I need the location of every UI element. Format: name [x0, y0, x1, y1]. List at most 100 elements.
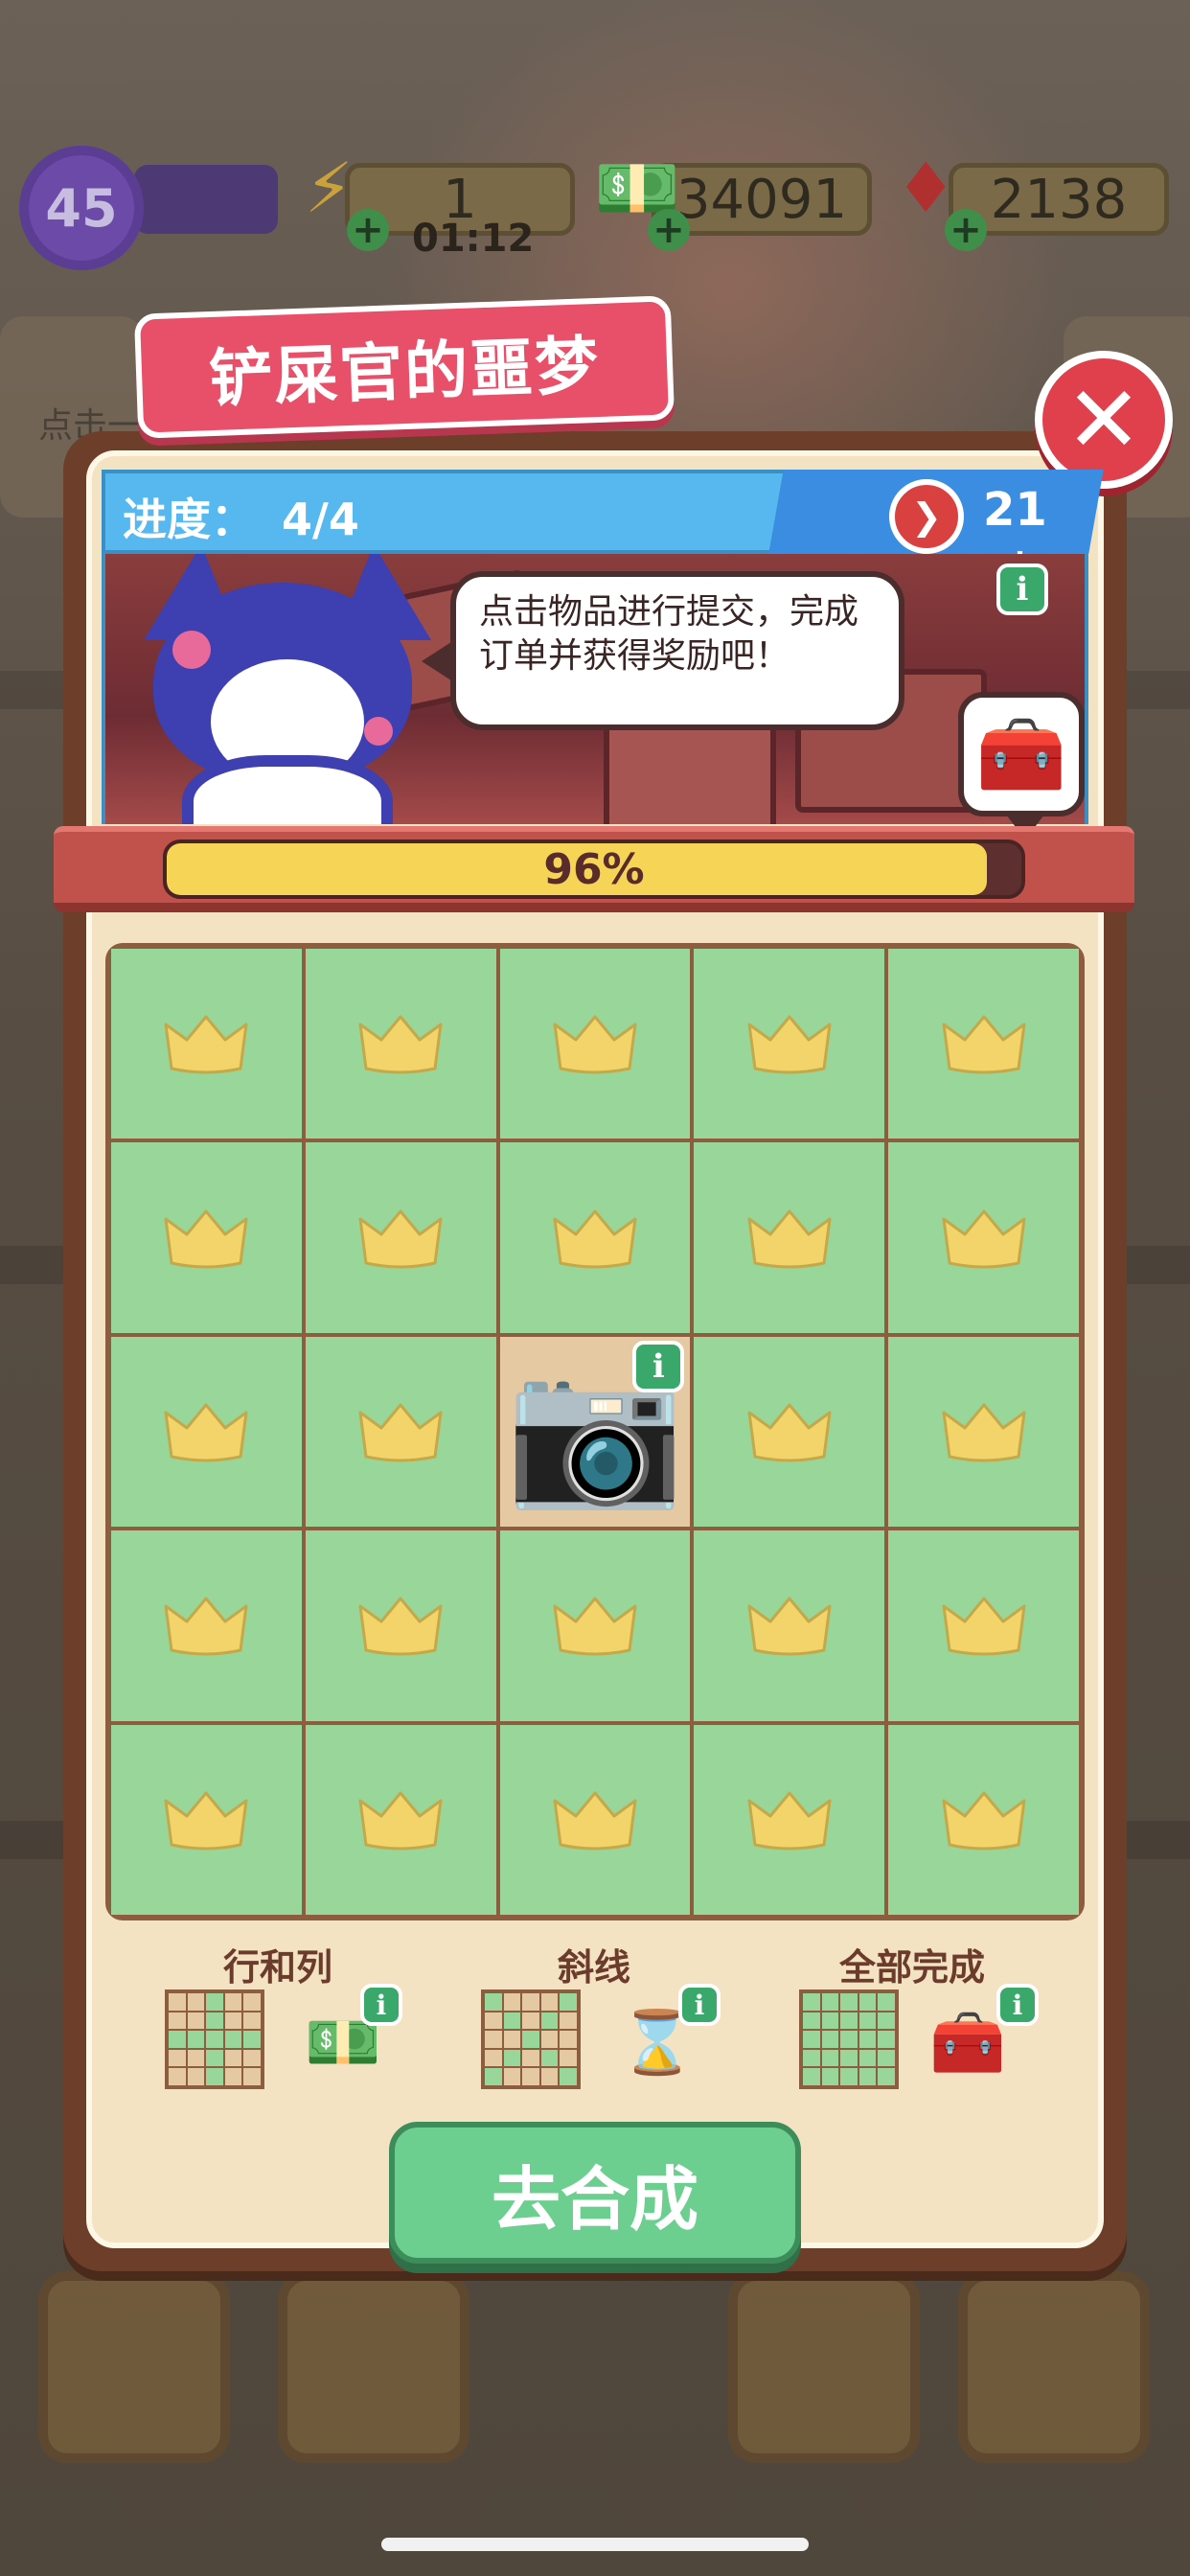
pattern-cell — [206, 1993, 223, 2011]
background-crate — [604, 717, 776, 824]
background-collection-button — [958, 2271, 1150, 2463]
board-cell[interactable] — [888, 1724, 1079, 1915]
pattern-cell — [503, 2068, 521, 2085]
crown-icon — [355, 1593, 446, 1658]
pattern-cell — [169, 2031, 186, 2048]
board-cell[interactable] — [888, 1336, 1079, 1528]
board-cell[interactable] — [694, 1724, 885, 1915]
pattern-cell — [243, 1993, 261, 2011]
board-cell[interactable] — [305, 1724, 496, 1915]
crown-icon — [355, 1011, 446, 1076]
pattern-cell — [878, 2012, 895, 2030]
cat-spot — [364, 717, 393, 746]
crown-icon — [744, 1593, 835, 1658]
board-cell[interactable] — [111, 949, 302, 1139]
pattern-cell — [206, 2012, 223, 2030]
all-complete-info-button[interactable]: i — [996, 1984, 1039, 2026]
pattern-cell — [243, 2068, 261, 2085]
pattern-cell — [224, 2031, 242, 2048]
pattern-cell — [187, 2031, 205, 2048]
board-cell[interactable] — [694, 949, 885, 1139]
pattern-cell — [485, 1993, 502, 2011]
board-cell[interactable] — [305, 1336, 496, 1528]
completion-percent: 96% — [543, 844, 645, 894]
diagonal-info-button[interactable]: i — [678, 1984, 721, 2026]
pattern-cell — [540, 2068, 559, 2085]
pattern-cell — [224, 2068, 242, 2085]
crown-icon — [355, 1399, 446, 1464]
pattern-cell — [169, 2012, 186, 2030]
pattern-cell — [485, 2068, 502, 2085]
cash-value: 34091 — [675, 168, 848, 231]
crown-icon — [938, 1787, 1030, 1852]
board-cell[interactable] — [111, 1530, 302, 1721]
speech-bubble: 点击物品进行提交，完成订单并获得奖励吧！ — [450, 571, 904, 730]
crown-icon — [938, 1593, 1030, 1658]
pattern-cell — [821, 2049, 839, 2067]
close-button[interactable]: ✕ — [1035, 351, 1173, 489]
pattern-cell — [840, 1993, 858, 2011]
add-energy-button[interactable]: + — [347, 208, 389, 252]
board-cell[interactable] — [111, 1724, 302, 1915]
board-cell[interactable] — [499, 1530, 691, 1721]
board-cell[interactable] — [888, 1142, 1079, 1333]
board-cell[interactable] — [111, 1336, 302, 1528]
level-badge[interactable]: 45 — [19, 146, 144, 270]
pattern-cell — [540, 2012, 559, 2030]
crown-icon — [549, 1593, 641, 1658]
pattern-cell — [858, 2031, 877, 2048]
pattern-cell — [522, 2049, 539, 2067]
board-cell[interactable] — [694, 1142, 885, 1333]
pattern-cell — [224, 2049, 242, 2067]
crown-icon — [938, 1206, 1030, 1271]
background-back-button — [38, 2271, 230, 2463]
crown-icon — [355, 1206, 446, 1271]
board-cell[interactable] — [499, 1142, 691, 1333]
pattern-cell — [840, 2068, 858, 2085]
pattern-cell — [858, 2049, 877, 2067]
pattern-cell — [840, 2031, 858, 2048]
pattern-cell — [187, 1993, 205, 2011]
pattern-cell — [187, 2068, 205, 2085]
pattern-cell — [821, 2012, 839, 2030]
board-cell[interactable] — [694, 1530, 885, 1721]
board-cell[interactable] — [305, 949, 496, 1139]
board-cell[interactable] — [694, 1336, 885, 1528]
board-cell-camera[interactable]: 📷 i — [499, 1336, 691, 1528]
pattern-cell — [858, 1993, 877, 2011]
pattern-cell — [878, 1993, 895, 2011]
bingo-board: 📷 i — [105, 943, 1085, 1920]
add-cash-button[interactable]: + — [648, 208, 690, 252]
scene-info-button[interactable]: i — [996, 564, 1048, 615]
home-indicator[interactable] — [381, 2538, 809, 2551]
crown-icon — [549, 1011, 641, 1076]
final-reward-bubble[interactable]: 🧰 — [958, 692, 1085, 816]
pattern-cell — [522, 2068, 539, 2085]
rows-cols-info-button[interactable]: i — [360, 1984, 402, 2026]
background-basket-button — [728, 2271, 920, 2463]
pattern-cell — [485, 2012, 502, 2030]
pattern-cell — [206, 2031, 223, 2048]
pattern-cell — [522, 1993, 539, 2011]
board-cell[interactable] — [888, 949, 1079, 1139]
all-complete-pattern — [799, 1990, 899, 2089]
go-merge-button[interactable]: 去合成 — [389, 2122, 801, 2264]
board-cell[interactable] — [305, 1142, 496, 1333]
pattern-cell — [560, 2012, 577, 2030]
pattern-cell — [840, 2012, 858, 2030]
treasure-chest-icon: 🧰 — [929, 2008, 1006, 2079]
pattern-cell — [821, 2068, 839, 2085]
progress-value: 4/4 — [282, 494, 359, 545]
add-gems-button[interactable]: + — [945, 208, 987, 252]
board-cell[interactable] — [499, 1724, 691, 1915]
crown-icon — [160, 1593, 252, 1658]
clock-icon: ❯ — [889, 479, 964, 554]
board-cell[interactable] — [111, 1142, 302, 1333]
camera-info-button[interactable]: i — [632, 1340, 685, 1392]
board-cell[interactable] — [499, 949, 691, 1139]
board-cell[interactable] — [888, 1530, 1079, 1721]
pattern-cell — [169, 2068, 186, 2085]
board-cell[interactable] — [305, 1530, 496, 1721]
bonus-label-rows-cols: 行和列 — [222, 1946, 332, 1989]
cat-character — [144, 554, 431, 824]
